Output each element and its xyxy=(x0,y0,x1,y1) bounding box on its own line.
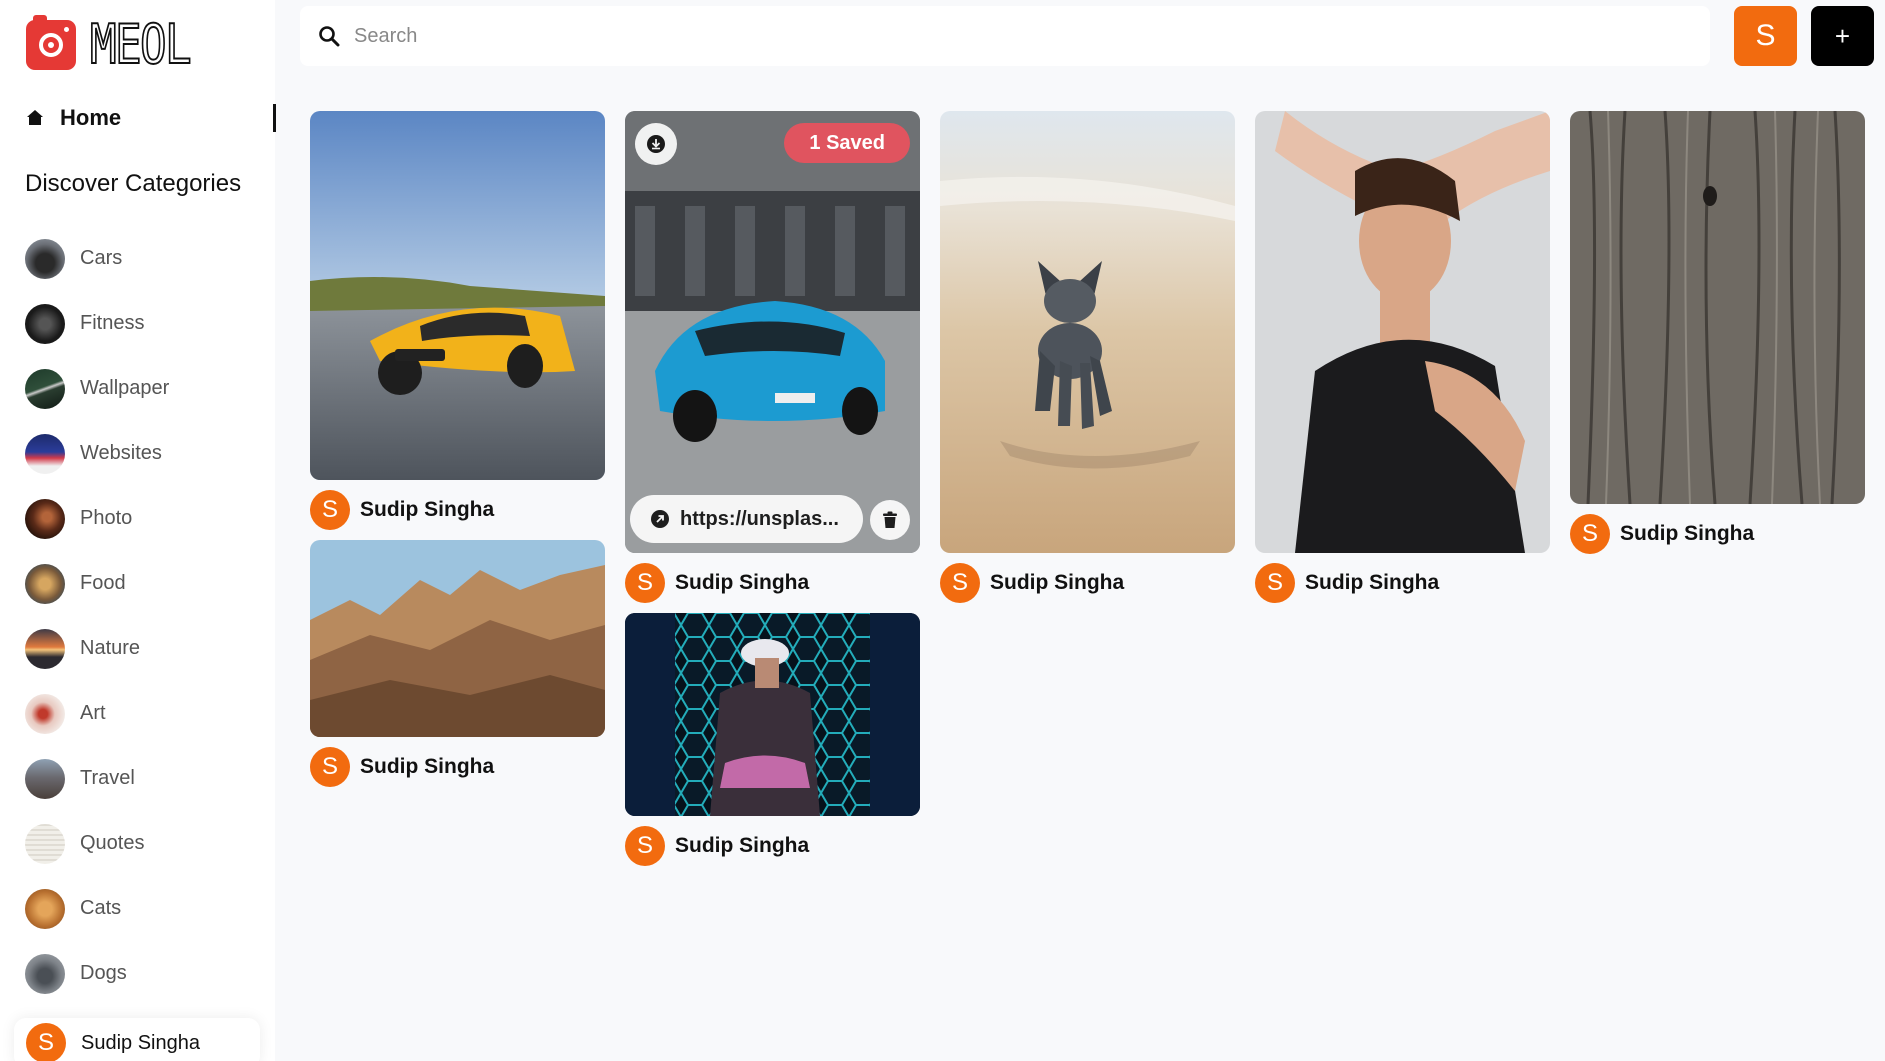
category-item-quotes[interactable]: Quotes xyxy=(25,811,265,876)
pin-image-blue-car[interactable]: 1 Saved https://unsplas... xyxy=(625,111,920,553)
pin-photo xyxy=(625,111,920,553)
avatar: S xyxy=(310,747,350,787)
sidebar-user-profile[interactable]: S Sudip Singha xyxy=(14,1018,260,1061)
app-logo[interactable]: MEOL xyxy=(26,13,212,76)
category-label: Photo xyxy=(80,507,133,529)
pin-photo xyxy=(1255,111,1550,553)
category-item-fitness[interactable]: Fitness xyxy=(25,291,265,356)
category-thumb xyxy=(25,563,65,604)
category-item-photo[interactable]: Photo xyxy=(25,486,265,551)
avatar: S xyxy=(625,563,665,603)
category-item-websites[interactable]: Websites xyxy=(25,421,265,486)
camera-icon xyxy=(26,15,76,70)
pin-image-yellow-car[interactable] xyxy=(310,111,605,480)
category-item-cats[interactable]: Cats xyxy=(25,876,265,941)
pin-image-puppy-beach[interactable] xyxy=(940,111,1235,553)
category-label: Websites xyxy=(80,442,162,464)
pin-photo xyxy=(310,111,605,480)
pin-photo xyxy=(1570,111,1865,504)
avatar: S xyxy=(310,490,350,530)
sidebar: MEOL Home Discover Categories Cars Fitne… xyxy=(0,0,276,1061)
author-name: Sudip Singha xyxy=(1305,571,1440,594)
avatar: S xyxy=(26,1023,66,1061)
category-label: Wallpaper xyxy=(80,377,170,399)
download-icon xyxy=(647,135,665,153)
user-name: Sudip Singha xyxy=(81,1031,200,1054)
pin-author[interactable]: S Sudip Singha xyxy=(1255,563,1439,603)
avatar: S xyxy=(1570,514,1610,554)
category-thumb xyxy=(25,433,65,474)
saved-badge[interactable]: 1 Saved xyxy=(784,123,910,163)
pin-photo xyxy=(940,111,1235,553)
avatar: S xyxy=(940,563,980,603)
author-name: Sudip Singha xyxy=(1620,522,1755,545)
category-thumb xyxy=(25,368,65,409)
home-icon xyxy=(27,110,43,125)
author-name: Sudip Singha xyxy=(360,755,495,778)
pin-photo xyxy=(625,613,920,816)
author-name: Sudip Singha xyxy=(990,571,1125,594)
pin-image-rocky-cliffs[interactable] xyxy=(310,540,605,737)
author-name: Sudip Singha xyxy=(360,498,495,521)
category-label: Art xyxy=(80,702,106,724)
category-item-nature[interactable]: Nature xyxy=(25,616,265,681)
search-input[interactable] xyxy=(354,24,1654,48)
discover-categories-title: Discover Categories xyxy=(25,170,242,197)
category-list: Cars Fitness Wallpaper Websites Photo Fo… xyxy=(25,226,265,1006)
category-thumb xyxy=(25,953,65,994)
avatar: S xyxy=(625,826,665,866)
category-item-art[interactable]: Art xyxy=(25,681,265,746)
trash-icon xyxy=(883,511,897,528)
logo-text: MEOL xyxy=(89,13,192,76)
category-item-dogs[interactable]: Dogs xyxy=(25,941,265,1006)
add-pin-button[interactable]: + xyxy=(1811,6,1874,66)
pin-author[interactable]: S Sudip Singha xyxy=(940,563,1124,603)
category-item-wallpaper[interactable]: Wallpaper xyxy=(25,356,265,421)
author-name: Sudip Singha xyxy=(675,571,810,594)
category-item-food[interactable]: Food xyxy=(25,551,265,616)
category-label: Fitness xyxy=(80,312,145,334)
source-link[interactable]: https://unsplas... xyxy=(630,495,863,543)
category-thumb xyxy=(25,238,65,279)
category-thumb xyxy=(25,628,65,669)
pin-photo xyxy=(310,540,605,737)
pin-author[interactable]: S Sudip Singha xyxy=(625,563,809,603)
external-link-icon xyxy=(651,510,669,528)
pin-image-vr-gamer[interactable] xyxy=(625,613,920,816)
category-thumb xyxy=(25,888,65,929)
category-label: Food xyxy=(80,572,126,594)
category-label: Cars xyxy=(80,247,123,269)
download-button[interactable] xyxy=(635,123,677,165)
category-label: Nature xyxy=(80,637,141,659)
search-icon xyxy=(319,26,340,47)
category-label: Dogs xyxy=(80,962,127,984)
category-item-cars[interactable]: Cars xyxy=(25,226,265,291)
author-name: Sudip Singha xyxy=(675,834,810,857)
category-thumb xyxy=(25,303,65,344)
category-thumb xyxy=(25,693,65,734)
profile-button[interactable]: S xyxy=(1734,6,1797,66)
pin-image-wood-texture[interactable] xyxy=(1570,111,1865,504)
avatar: S xyxy=(1255,563,1295,603)
pin-author[interactable]: S Sudip Singha xyxy=(625,826,809,866)
category-thumb xyxy=(25,498,65,539)
nav-home[interactable]: Home xyxy=(26,104,276,132)
category-thumb xyxy=(25,758,65,799)
nav-home-label: Home xyxy=(60,105,122,130)
pin-author[interactable]: S Sudip Singha xyxy=(310,747,494,787)
pin-author[interactable]: S Sudip Singha xyxy=(310,490,494,530)
category-label: Quotes xyxy=(80,832,145,854)
delete-button[interactable] xyxy=(870,500,910,540)
category-item-travel[interactable]: Travel xyxy=(25,746,265,811)
pin-image-woman-portrait[interactable] xyxy=(1255,111,1550,553)
search-bar[interactable] xyxy=(300,6,1710,66)
category-thumb xyxy=(25,823,65,864)
category-label: Travel xyxy=(80,767,135,789)
pin-author[interactable]: S Sudip Singha xyxy=(1570,514,1754,554)
category-label: Cats xyxy=(80,897,122,919)
source-link-text: https://unsplas... xyxy=(680,507,839,530)
